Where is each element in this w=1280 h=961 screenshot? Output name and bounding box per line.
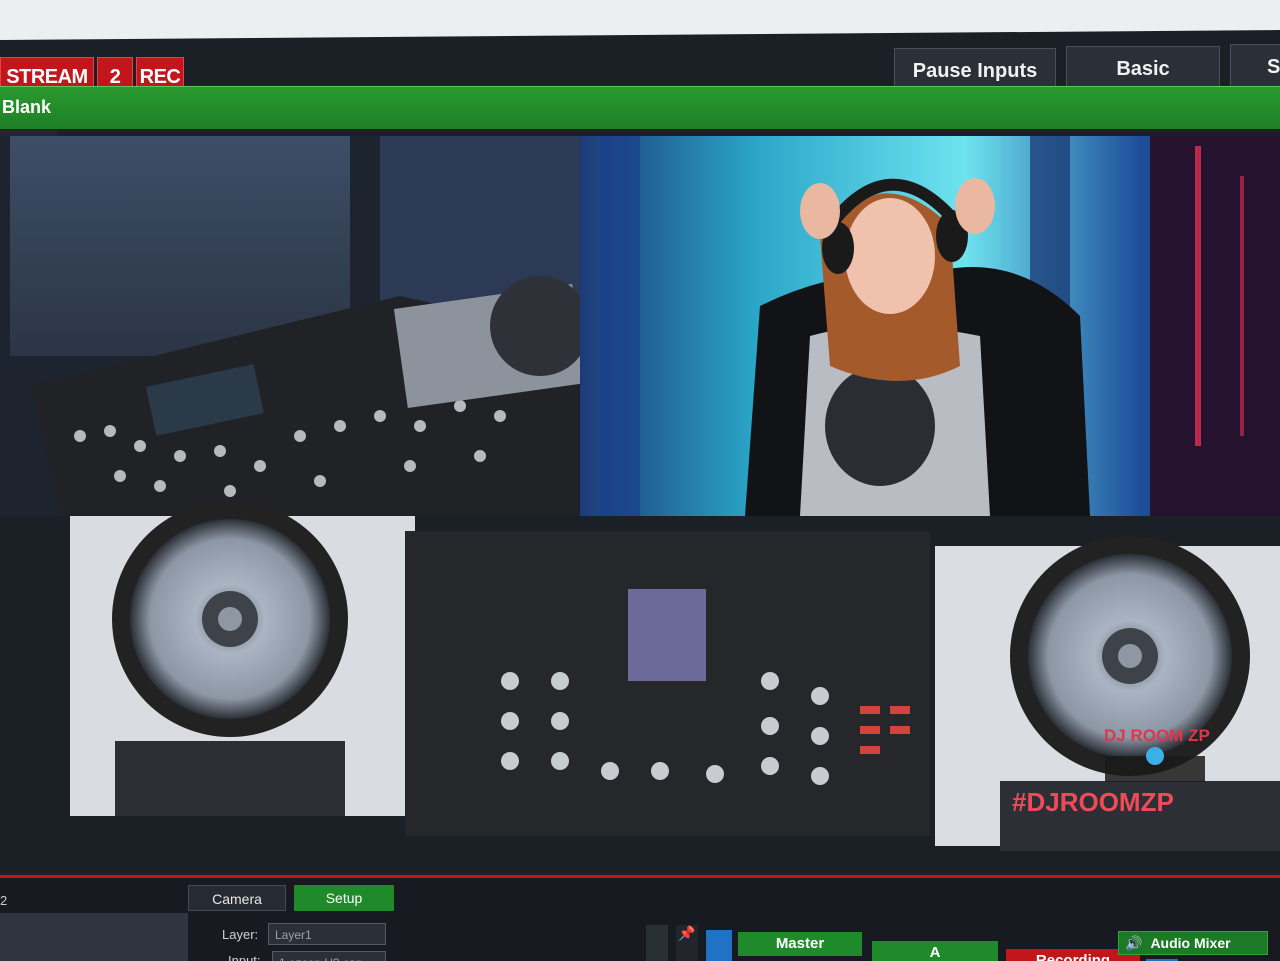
layer-select[interactable]: Layer1 [268, 923, 386, 945]
camera-mixer-closeup [0, 136, 590, 516]
vmix-window: STREAM 1 2 REC Pause Inputs Basic S Blan… [0, 30, 1280, 961]
tab-camera[interactable]: Camera [188, 885, 286, 911]
input-thumbnail[interactable] [0, 913, 188, 961]
input-label: Input: [228, 953, 261, 961]
audio-meter [706, 930, 732, 961]
monitor-photo: STREAM 1 2 REC Pause Inputs Basic S Blan… [0, 0, 1280, 961]
output-red-line [0, 875, 1280, 878]
tab-setup[interactable]: Setup [294, 885, 394, 911]
input-number-partial: 2 [0, 893, 8, 908]
audio-mixer-label: Audio Mixer [1150, 935, 1231, 951]
logo-text: DJ ROOM ZP [1104, 726, 1210, 745]
pin-icon[interactable]: 📌 [676, 925, 698, 961]
transition-label: Blank [2, 97, 52, 117]
input-select[interactable]: 1 ezcap U3 cap [272, 951, 386, 961]
camera-dj-greenscreen [580, 136, 1280, 516]
bottom-panel: 2 Camera Setup Layer: Layer1 Input: 1 ez… [0, 875, 1280, 961]
scrollbar[interactable] [646, 925, 668, 961]
basic-button[interactable]: Basic [1066, 46, 1220, 90]
audio-mixer-button[interactable]: 🔊 Audio Mixer [1118, 931, 1268, 955]
transition-bar[interactable]: Blank [0, 86, 1280, 129]
master-button[interactable]: Master [738, 932, 862, 956]
preview-video-frame: DJ ROOM ZP #DJROOMZP [0, 136, 1280, 871]
settings-button-partial[interactable]: S [1230, 44, 1280, 88]
bus-a-button[interactable]: A [872, 941, 998, 961]
output-preview: DJ ROOM ZP #DJROOMZP [0, 136, 1280, 871]
hashtag-overlay: #DJROOMZP [1012, 787, 1174, 817]
top-toolbar: STREAM 1 2 REC Pause Inputs Basic S [0, 44, 1280, 126]
layer-label: Layer: [222, 927, 259, 942]
speaker-icon: 🔊 [1125, 935, 1143, 951]
